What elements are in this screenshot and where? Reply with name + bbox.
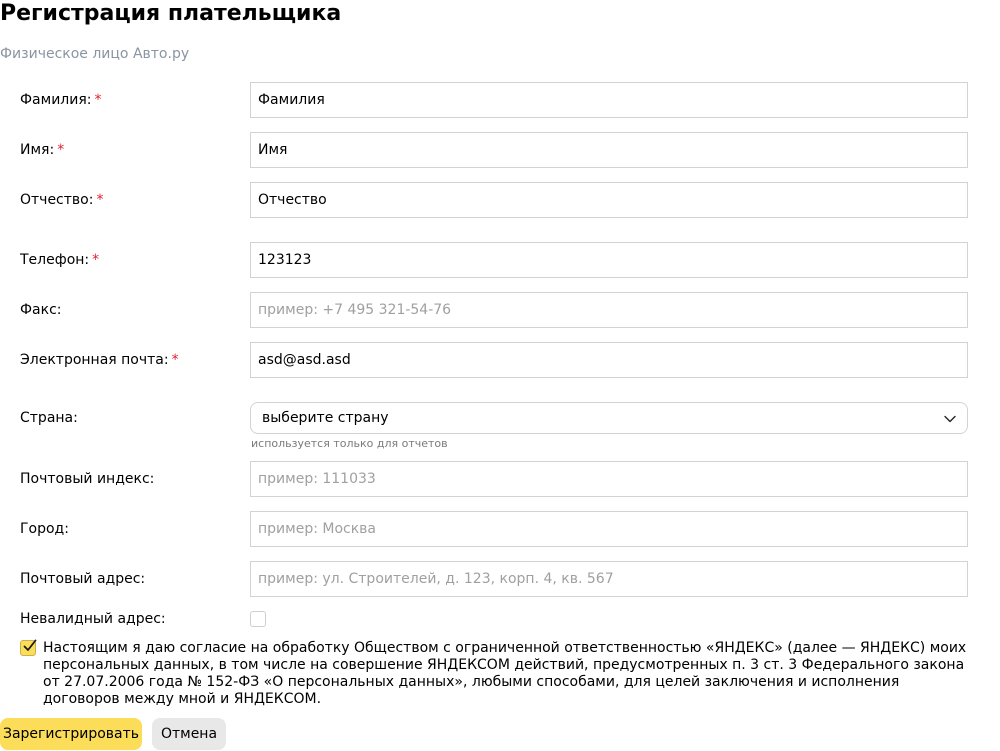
phone-label-text: Телефон:	[20, 252, 90, 268]
last-name-label-text: Фамилия:	[20, 92, 92, 108]
required-mark: *	[94, 92, 102, 108]
postal-address-input[interactable]	[250, 561, 968, 597]
middle-name-label: Отчество: *	[20, 191, 103, 209]
country-label: Страна:	[20, 410, 78, 426]
postal-address-label: Почтовый адрес:	[20, 571, 146, 587]
phone-label: Телефон: *	[20, 251, 99, 269]
chevron-down-icon	[944, 415, 956, 423]
fax-input[interactable]	[250, 292, 968, 328]
last-name-label: Фамилия: *	[20, 91, 101, 109]
country-hint: используется только для отчетов	[251, 437, 448, 450]
middle-name-input[interactable]	[250, 182, 968, 218]
postal-code-label: Почтовый индекс:	[20, 471, 155, 487]
first-name-label-text: Имя:	[20, 142, 55, 158]
city-label: Город:	[20, 521, 69, 537]
country-select-value: выберите страну	[262, 410, 389, 426]
middle-name-label-text: Отчество:	[20, 192, 94, 208]
email-input[interactable]	[250, 342, 968, 378]
page-title: Регистрация плательщика	[0, 1, 342, 26]
invalid-address-label: Невалидный адрес:	[20, 611, 166, 627]
first-name-input[interactable]	[250, 132, 968, 168]
phone-input[interactable]	[250, 242, 968, 278]
postal-code-input[interactable]	[250, 461, 968, 497]
invalid-address-checkbox[interactable]	[250, 611, 266, 627]
consent-checkbox[interactable]	[20, 639, 37, 656]
fax-label: Факс:	[20, 302, 62, 318]
checkmark-icon	[23, 639, 37, 651]
register-button[interactable]: Зарегистрировать	[0, 718, 142, 750]
required-mark: *	[92, 252, 100, 268]
page-subtitle: Физическое лицо Авто.ру	[0, 46, 190, 62]
required-mark: *	[57, 142, 65, 158]
city-input[interactable]	[250, 511, 968, 547]
email-label: Электронная почта: *	[20, 351, 179, 369]
last-name-input[interactable]	[250, 82, 968, 118]
cancel-button[interactable]: Отмена	[152, 718, 226, 750]
consent-text: Настоящим я даю согласие на обработку Об…	[43, 640, 967, 707]
country-select[interactable]: выберите страну	[250, 402, 968, 434]
email-label-text: Электронная почта:	[20, 352, 169, 368]
first-name-label: Имя: *	[20, 141, 64, 159]
required-mark: *	[96, 192, 104, 208]
required-mark: *	[171, 352, 179, 368]
